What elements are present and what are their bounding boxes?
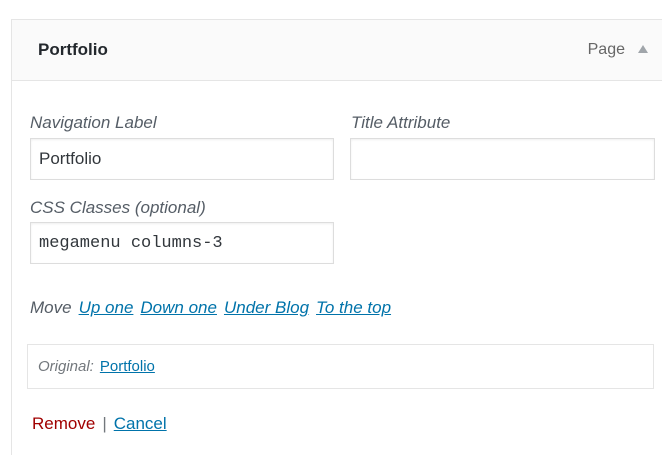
navigation-label-label: Navigation Label	[30, 113, 157, 132]
original-label: Original:	[38, 358, 94, 375]
original-link[interactable]: Portfolio	[100, 358, 155, 375]
move-down-one-link[interactable]: Down one	[140, 298, 217, 317]
move-controls: Move Up one Down one Under Blog To the top	[30, 297, 391, 319]
menu-item-header[interactable]: Portfolio Page	[12, 20, 662, 81]
title-attribute-input[interactable]	[350, 138, 655, 180]
collapse-toggle-button[interactable]	[632, 36, 654, 62]
arrow-up-icon	[638, 45, 648, 53]
css-classes-label: CSS Classes (optional)	[30, 198, 206, 217]
original-item-box: Original: Portfolio	[27, 344, 654, 389]
css-classes-input[interactable]	[30, 222, 334, 264]
menu-item-type: Page	[587, 41, 625, 58]
menu-item-title: Portfolio	[38, 40, 108, 59]
move-label: Move	[30, 298, 72, 317]
title-attribute-label: Title Attribute	[351, 113, 451, 132]
move-under-blog-link[interactable]: Under Blog	[224, 298, 309, 317]
move-to-top-link[interactable]: To the top	[316, 298, 391, 317]
move-up-one-link[interactable]: Up one	[79, 298, 134, 317]
item-actions: Remove | Cancel	[32, 413, 167, 435]
cancel-link[interactable]: Cancel	[114, 414, 167, 433]
remove-link[interactable]: Remove	[32, 414, 95, 433]
navigation-label-input[interactable]	[30, 138, 334, 180]
action-separator: |	[102, 414, 107, 433]
menu-item-panel: Portfolio Page Navigation Label Title At…	[11, 19, 662, 455]
